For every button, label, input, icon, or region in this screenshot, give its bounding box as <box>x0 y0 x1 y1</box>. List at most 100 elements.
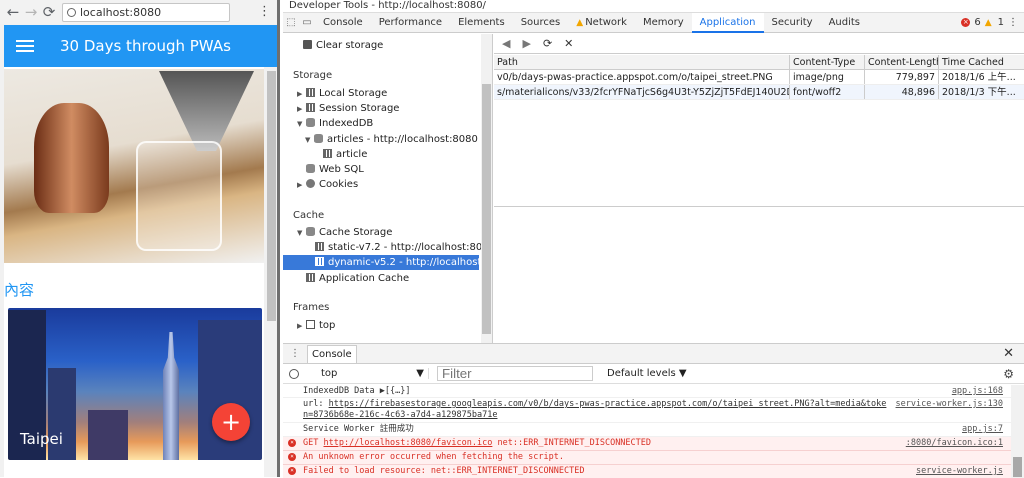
forward-arrow-icon[interactable]: → <box>22 3 40 21</box>
console-scrollbar[interactable] <box>1011 385 1024 478</box>
tab-network-label: Network <box>585 16 627 28</box>
preview-pane <box>494 206 1024 343</box>
device-toggle-icon[interactable]: ▭ <box>299 17 315 28</box>
column-header-content-length[interactable]: Content-Length <box>865 55 939 69</box>
kettle-shape <box>34 103 109 213</box>
column-header-path[interactable]: Path <box>494 55 790 69</box>
log-url-link[interactable]: https://firebasestorage.googleapis.com/v… <box>303 399 886 420</box>
drawer-tab-bar: ⋮ Console ✕ <box>283 344 1024 364</box>
scrollbar-thumb[interactable] <box>1013 457 1022 477</box>
frame-icon <box>306 320 315 329</box>
app-title: 30 Days through PWAs <box>60 37 231 55</box>
filter-input[interactable] <box>437 366 593 381</box>
browser-window: ← → ⟳ localhost:8080 ⋮ 30 Days through P… <box>0 0 280 477</box>
hamburger-menu-icon[interactable] <box>16 37 34 55</box>
log-text: An unknown error occurred when fetching … <box>303 452 564 462</box>
expand-arrow-icon[interactable]: ▶ <box>297 178 306 193</box>
gear-icon[interactable]: ⚙ <box>1003 367 1014 381</box>
address-bar[interactable]: localhost:8080 <box>62 2 230 22</box>
sidebar-scrollbar[interactable] <box>481 34 492 343</box>
next-page-icon[interactable]: ▶ <box>522 37 530 50</box>
sidebar-item-cache-dynamic[interactable]: dynamic-v5.2 - http://localhost:8080 <box>283 255 492 270</box>
glass-shape <box>136 141 222 251</box>
sidebar-item-clear-storage[interactable]: Clear storage <box>283 38 479 53</box>
log-levels-dropdown[interactable]: Default levels ▼ <box>607 368 687 379</box>
sidebar-item-label: Cookies <box>319 179 359 190</box>
column-header-time-cached[interactable]: Time Cached <box>939 55 1024 69</box>
error-count: 6 <box>974 17 981 28</box>
tab-application[interactable]: Application <box>691 12 764 33</box>
expand-arrow-icon[interactable]: ▶ <box>297 319 306 334</box>
drawer-tab-console[interactable]: Console <box>307 344 357 363</box>
issue-counter[interactable]: × 6 ▲ 1 ⋮ <box>961 17 1024 28</box>
tab-memory[interactable]: Memory <box>635 13 692 33</box>
log-source-link[interactable]: app.js:168 <box>952 386 1003 397</box>
sidebar-item-local-storage[interactable]: ▶ Local Storage <box>283 86 479 101</box>
clear-console-icon[interactable] <box>289 368 299 379</box>
sidebar-item-websql[interactable]: Web SQL <box>283 162 479 177</box>
card-title: Taipei <box>20 430 63 448</box>
console-drawer: ⋮ Console ✕ top ▼ Default levels ▼ ⚙ Inde… <box>283 343 1024 478</box>
add-fab-button[interactable]: + <box>212 403 250 441</box>
collapse-arrow-icon[interactable]: ▼ <box>297 117 306 132</box>
log-text: net::ERR_INTERNET_DISCONNECTED <box>492 438 652 448</box>
sidebar-item-cache-static[interactable]: static-v7.2 - http://localhost:8080 <box>283 240 492 255</box>
sidebar-item-label: Cache Storage <box>319 227 393 238</box>
log-url-link[interactable]: http://localhost:8080/favicon.ico <box>323 438 492 448</box>
browser-menu-icon[interactable]: ⋮ <box>258 4 271 19</box>
sidebar-item-idb-article-store[interactable]: article <box>283 147 479 162</box>
table-row[interactable]: s/materialicons/v33/2fcrYFNaTjcS6g4U3t-Y… <box>494 85 1024 100</box>
expand-arrow-icon[interactable]: ▶ <box>297 102 306 117</box>
devtools-tab-bar: ⬚ ▭ Console Performance Elements Sources… <box>283 12 1024 33</box>
sidebar-item-cache-storage[interactable]: ▼ Cache Storage <box>283 225 479 240</box>
tab-audits[interactable]: Audits <box>821 13 868 33</box>
sidebar-item-app-cache[interactable]: Application Cache <box>283 271 479 286</box>
log-source-link[interactable]: service-worker.js <box>916 466 1003 477</box>
close-icon[interactable]: ✕ <box>1003 346 1014 361</box>
app-bar: 30 Days through PWAs <box>4 25 277 67</box>
page-scrollbar[interactable] <box>266 67 277 477</box>
log-source-link[interactable]: :8080/favicon.ico:1 <box>906 438 1003 449</box>
back-arrow-icon[interactable]: ← <box>4 3 22 21</box>
tab-elements[interactable]: Elements <box>450 13 513 33</box>
scrollbar-thumb[interactable] <box>482 84 491 334</box>
tab-security[interactable]: Security <box>764 13 821 33</box>
database-icon <box>306 227 315 236</box>
sidebar-item-indexeddb[interactable]: ▼ IndexedDB <box>283 116 479 131</box>
log-source-link[interactable]: service-worker.js:130 <box>896 399 1003 410</box>
tab-performance[interactable]: Performance <box>371 13 450 33</box>
collapse-arrow-icon[interactable]: ▼ <box>305 133 314 148</box>
table-row[interactable]: v0/b/days-pwas-practice.appspot.com/o/ta… <box>494 70 1024 85</box>
sidebar-item-cookies[interactable]: ▶ Cookies <box>283 177 479 192</box>
sidebar-item-idb-articles[interactable]: ▼ articles - http://localhost:8080 <box>283 132 479 147</box>
database-icon <box>306 118 315 127</box>
error-icon: × <box>288 453 296 461</box>
application-sidebar: Clear storage Storage ▶ Local Storage ▶ Se… <box>283 34 493 343</box>
sidebar-item-frame-top[interactable]: ▶ top <box>283 318 479 333</box>
sidebar-item-session-storage[interactable]: ▶ Session Storage <box>283 101 479 116</box>
error-icon: × <box>961 18 971 27</box>
drawer-menu-icon[interactable]: ⋮ <box>283 348 307 359</box>
scrollbar-thumb[interactable] <box>267 71 276 321</box>
close-icon[interactable]: ✕ <box>564 37 573 50</box>
cell-path: v0/b/days-pwas-practice.appspot.com/o/ta… <box>494 70 790 84</box>
collapse-arrow-icon[interactable]: ▼ <box>297 226 306 241</box>
cache-table: Path Content-Type Content-Length Time Ca… <box>494 55 1024 100</box>
tab-network[interactable]: ▲ Network <box>568 13 635 33</box>
devtools-menu-icon[interactable]: ⋮ <box>1008 17 1018 28</box>
context-value: top <box>321 368 338 379</box>
cache-panel: ◀ ▶ ⟳ ✕ Path Content-Type Content-Length… <box>494 34 1024 343</box>
chevron-down-icon: ▼ <box>416 368 424 379</box>
cell-path: s/materialicons/v33/2fcrYFNaTjcS6g4U3t-Y… <box>494 85 790 99</box>
tab-console[interactable]: Console <box>315 13 371 33</box>
tab-sources[interactable]: Sources <box>513 13 569 33</box>
expand-arrow-icon[interactable]: ▶ <box>297 87 306 102</box>
log-source-link[interactable]: app.js:7 <box>962 424 1003 435</box>
info-icon[interactable] <box>67 7 76 17</box>
refresh-icon[interactable]: ⟳ <box>543 37 552 50</box>
prev-page-icon[interactable]: ◀ <box>502 37 510 50</box>
context-select[interactable]: top ▼ <box>317 368 429 379</box>
column-header-content-type[interactable]: Content-Type <box>790 55 865 69</box>
inspect-icon[interactable]: ⬚ <box>283 17 299 28</box>
reload-icon[interactable]: ⟳ <box>40 3 58 21</box>
